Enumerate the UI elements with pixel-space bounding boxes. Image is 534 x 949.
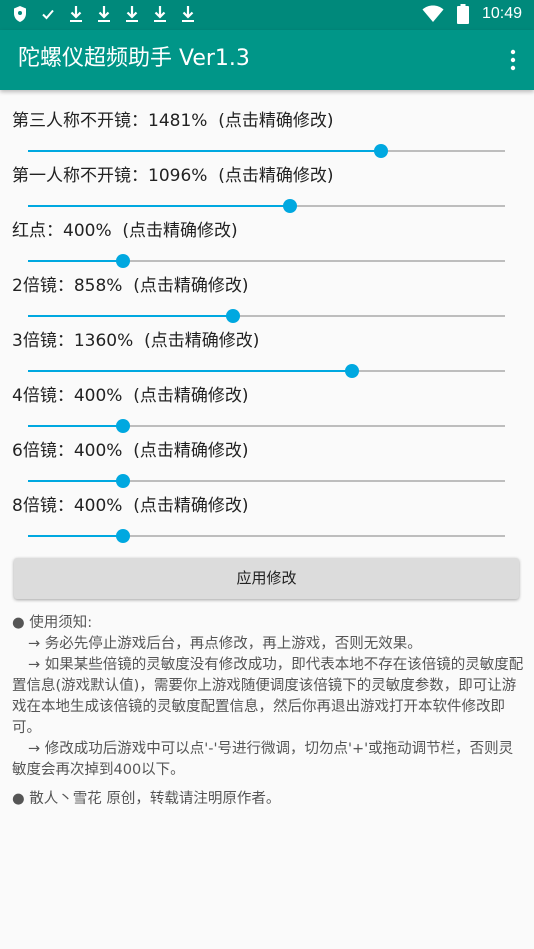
slider-fill (28, 370, 353, 372)
setting-name: 2倍镜 (12, 276, 57, 296)
sensitivity-slider[interactable] (28, 309, 505, 323)
setting-3x-scope: 3倍镜：1360% (点击精确修改) (0, 328, 534, 383)
setting-value: 858% (73, 276, 123, 296)
apply-changes-button[interactable]: 应用修改 (14, 558, 519, 599)
download-icon (126, 6, 138, 22)
setting-label[interactable]: 3倍镜：1360% (点击精确修改) (12, 328, 259, 354)
setting-name: 4倍镜 (12, 386, 57, 406)
setting-label[interactable]: 8倍镜：400% (点击精确修改) (12, 493, 249, 519)
setting-value: 400% (73, 386, 123, 406)
overflow-menu-icon[interactable] (506, 48, 520, 72)
sensitivity-slider[interactable] (28, 254, 505, 268)
download-icon (154, 6, 166, 22)
setting-2x-scope: 2倍镜：858% (点击精确修改) (0, 273, 534, 328)
setting-name: 8倍镜 (12, 496, 57, 516)
notes-footer: ● 散人丶雪花 原创，转载请注明原作者。 (12, 791, 281, 807)
setting-label[interactable]: 红点：400% (点击精确修改) (12, 218, 238, 244)
setting-value: 1481% (148, 111, 208, 131)
sensitivity-slider[interactable] (28, 144, 505, 158)
setting-value: 400% (63, 221, 112, 241)
download-icon (70, 6, 82, 22)
setting-hint: (点击精确修改) (122, 221, 238, 241)
setting-hint: (点击精确修改) (218, 111, 334, 131)
sensitivity-slider[interactable] (28, 419, 505, 433)
setting-label[interactable]: 第三人称不开镜：1481% (点击精确修改) (12, 108, 334, 134)
setting-name: 红点 (12, 221, 46, 241)
slider-fill (28, 205, 291, 207)
slider-thumb[interactable] (345, 364, 360, 378)
slider-fill (28, 150, 381, 152)
slider-fill (28, 315, 234, 317)
setting-label[interactable]: 4倍镜：400% (点击精确修改) (12, 383, 249, 409)
download-icon (182, 6, 194, 22)
wifi-icon (422, 5, 444, 22)
setting-8x-scope: 8倍镜：400% (点击精确修改) (0, 493, 534, 548)
slider-thumb[interactable] (226, 309, 241, 323)
setting-hint: (点击精确修改) (133, 276, 249, 296)
setting-name: 第一人称不开镜 (12, 166, 131, 186)
setting-label[interactable]: 第一人称不开镜：1096% (点击精确修改) (12, 163, 334, 189)
setting-hint: (点击精确修改) (218, 166, 334, 186)
slider-thumb[interactable] (283, 199, 298, 213)
slider-fill (28, 535, 124, 537)
setting-hint: (点击精确修改) (133, 441, 249, 461)
notes-heading: ● 使用须知: (12, 615, 93, 631)
setting-name: 3倍镜 (12, 331, 57, 351)
shield-icon (14, 6, 26, 22)
setting-6x-scope: 6倍镜：400% (点击精确修改) (0, 438, 534, 493)
setting-hint: (点击精确修改) (144, 331, 260, 351)
slider-fill (28, 425, 124, 427)
setting-value: 1360% (73, 331, 134, 351)
status-bar: 10:49 (0, 0, 534, 30)
setting-value: 400% (73, 441, 123, 461)
sensitivity-slider[interactable] (28, 364, 505, 378)
notes-line: → 务必先停止游戏后台，再点修改，再上游戏，否则无效果。 (28, 636, 422, 652)
notification-icons (12, 5, 196, 23)
slider-fill (28, 480, 124, 482)
slider-thumb[interactable] (373, 144, 388, 158)
battery-icon (456, 4, 469, 24)
system-indicators: 10:49 (422, 4, 522, 24)
setting-first-person: 第一人称不开镜：1096% (点击精确修改) (0, 163, 534, 218)
setting-value: 1096% (148, 166, 208, 186)
notes-line: → 如果某些倍镜的灵敏度没有修改成功，即代表本地不存在该倍镜的灵敏度配置信息(游… (12, 657, 524, 736)
slider-thumb[interactable] (116, 474, 131, 488)
setting-hint: (点击精确修改) (133, 386, 249, 406)
slider-thumb[interactable] (116, 529, 131, 543)
slider-thumb[interactable] (116, 419, 131, 433)
setting-hint: (点击精确修改) (133, 496, 249, 516)
setting-name: 第三人称不开镜 (12, 111, 131, 131)
sensitivity-slider[interactable] (28, 199, 505, 213)
setting-label[interactable]: 6倍镜：400% (点击精确修改) (12, 438, 249, 464)
setting-4x-scope: 4倍镜：400% (点击精确修改) (0, 383, 534, 438)
clock: 10:49 (481, 5, 522, 22)
setting-value: 400% (73, 496, 123, 516)
slider-thumb[interactable] (116, 254, 131, 268)
sensitivity-slider[interactable] (28, 474, 505, 488)
setting-red-dot: 红点：400% (点击精确修改) (0, 218, 534, 273)
notes-line: → 修改成功后游戏中可以点'-'号进行微调，切勿点'+'或拖动调节栏，否则灵敏度… (12, 741, 514, 778)
setting-third-person: 第三人称不开镜：1481% (点击精确修改) (0, 108, 534, 163)
sensitivity-slider[interactable] (28, 529, 505, 543)
app-bar: 陀螺仪超频助手 Ver1.3 (0, 30, 534, 90)
setting-label[interactable]: 2倍镜：858% (点击精确修改) (12, 273, 249, 299)
usage-notes: ● 使用须知: → 务必先停止游戏后台，再点修改，再上游戏，否则无效果。 → 如… (12, 613, 524, 810)
slider-fill (28, 260, 124, 262)
setting-name: 6倍镜 (12, 441, 57, 461)
download-icon (98, 6, 110, 22)
app-title: 陀螺仪超频助手 Ver1.3 (18, 46, 250, 71)
check-icon (42, 9, 54, 20)
